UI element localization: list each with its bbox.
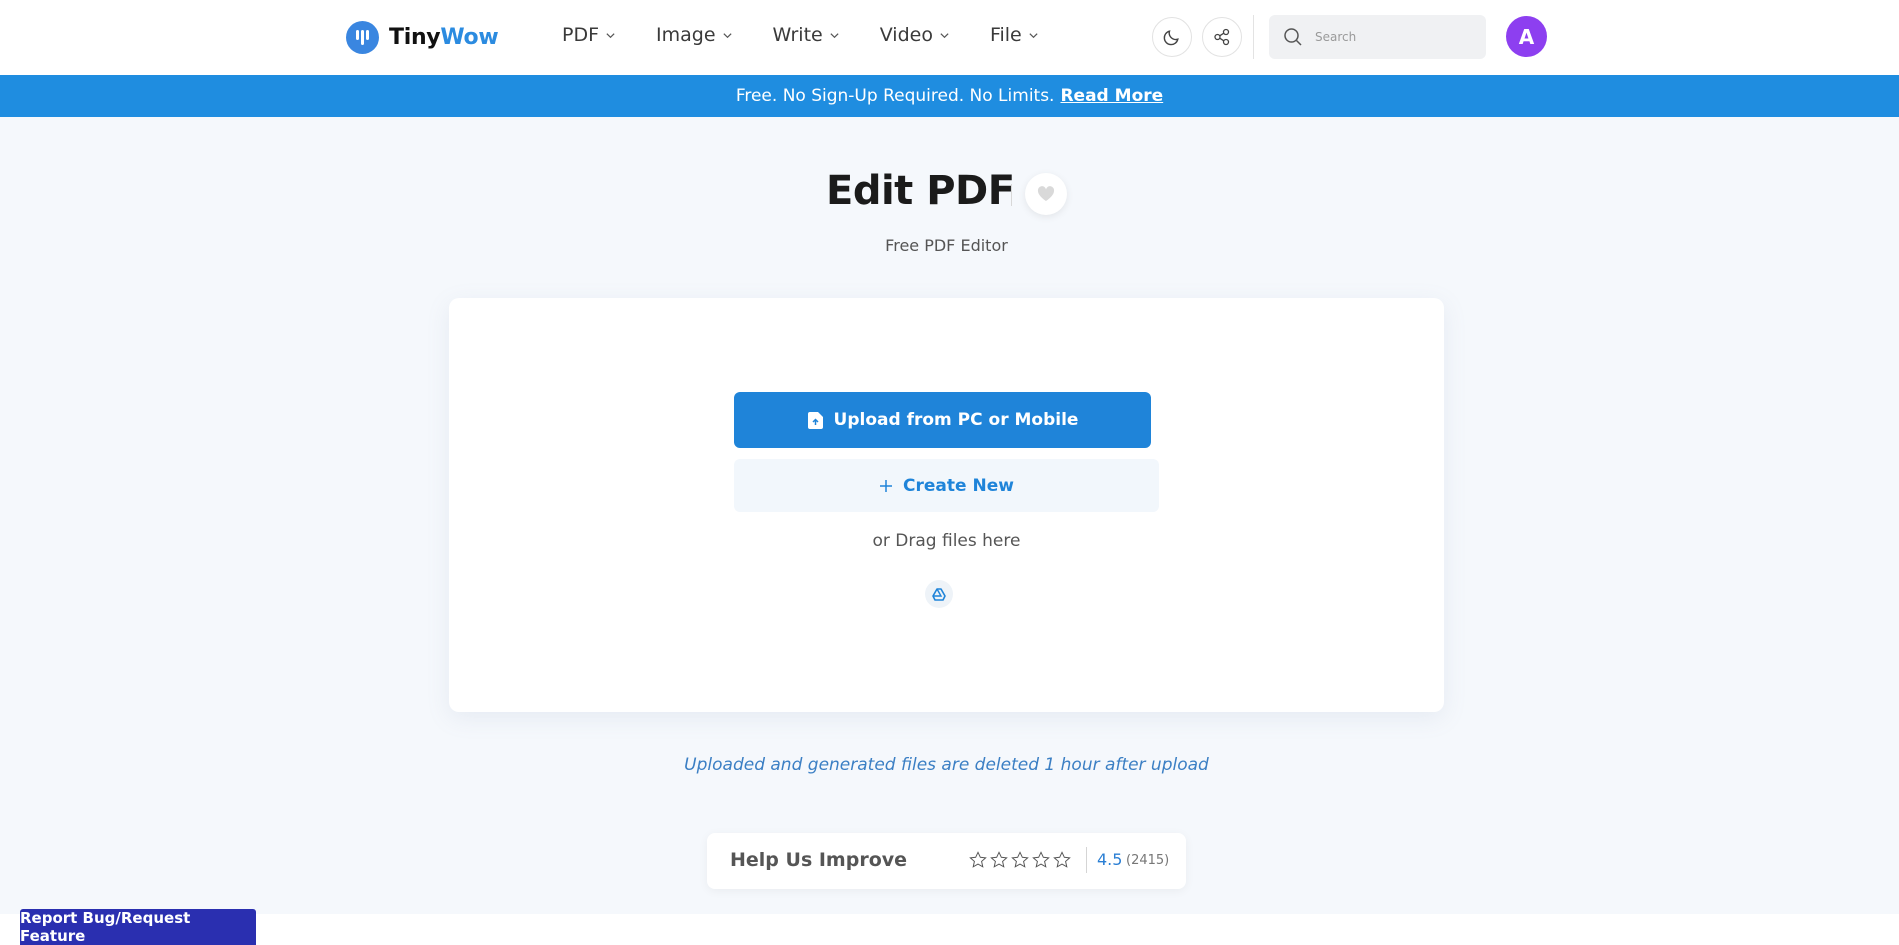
header-divider xyxy=(1253,15,1254,59)
star-outline-icon[interactable] xyxy=(1032,851,1050,869)
file-upload-icon xyxy=(807,411,823,429)
nav-item-write[interactable]: Write xyxy=(773,24,840,46)
star-outline-icon[interactable] xyxy=(969,851,987,869)
create-new-label: Create New xyxy=(903,475,1014,496)
share-icon xyxy=(1214,28,1230,46)
nav-item-video[interactable]: Video xyxy=(880,24,950,46)
page-title: Edit PDF xyxy=(826,168,1015,214)
rating-score: 4.5 xyxy=(1097,850,1123,869)
favorite-button[interactable] xyxy=(1025,173,1067,215)
moon-icon xyxy=(1163,30,1179,46)
nav-item-label: Image xyxy=(656,24,716,46)
nav-item-label: Video xyxy=(879,24,933,46)
chevron-down-icon xyxy=(606,32,615,38)
main-nav: PDF Image Write Video File xyxy=(562,24,1079,46)
logo[interactable]: TinyWow xyxy=(346,20,499,54)
chevron-down-icon xyxy=(1029,32,1038,38)
tinywow-logo-icon xyxy=(346,20,379,54)
rating-divider xyxy=(1086,847,1087,873)
upload-button[interactable]: Upload from PC or Mobile xyxy=(734,392,1151,448)
chevron-down-icon xyxy=(830,32,839,38)
read-more-link[interactable]: Read More xyxy=(1060,86,1163,106)
nav-item-pdf[interactable]: PDF xyxy=(562,24,616,46)
page-footer-strip xyxy=(0,914,1899,945)
deletion-notice: Uploaded and generated files are deleted… xyxy=(684,755,1209,775)
nav-item-file[interactable]: File xyxy=(990,24,1039,46)
top-header: TinyWow PDF Image Write Video File Searc… xyxy=(0,0,1899,75)
star-outline-icon[interactable] xyxy=(990,851,1008,869)
page-subtitle: Free PDF Editor xyxy=(885,236,1008,255)
plus-icon xyxy=(880,479,893,492)
title-row: Edit PDF xyxy=(0,168,1899,220)
chevron-down-icon xyxy=(940,32,949,38)
banner-text: Free. No Sign-Up Required. No Limits. xyxy=(735,86,1055,106)
rating-widget: Help Us Improve 4.5 (2415) xyxy=(707,833,1186,889)
nav-item-label: File xyxy=(989,24,1022,46)
logo-text: TinyWow xyxy=(389,24,499,50)
nav-item-label: Write xyxy=(772,24,823,46)
upload-card[interactable]: Upload from PC or Mobile Create New or D… xyxy=(449,298,1444,712)
nav-item-image[interactable]: Image xyxy=(656,24,733,46)
report-bug-button[interactable]: Report Bug/Request Feature xyxy=(20,909,256,945)
search-box[interactable] xyxy=(1269,15,1486,59)
google-drive-icon xyxy=(932,587,946,601)
star-rating xyxy=(969,851,1071,869)
title-divider xyxy=(1011,184,1012,206)
google-drive-button[interactable] xyxy=(925,580,953,608)
upload-button-label: Upload from PC or Mobile xyxy=(833,410,1079,430)
rating-label: Help Us Improve xyxy=(730,849,908,871)
avatar[interactable]: A xyxy=(1506,16,1547,57)
search-icon xyxy=(1284,28,1302,46)
drag-hint: or Drag files here xyxy=(872,531,1021,551)
star-outline-icon[interactable] xyxy=(1011,851,1029,869)
rating-count: (2415) xyxy=(1126,853,1170,868)
promo-banner: Free. No Sign-Up Required. No Limits. Re… xyxy=(0,75,1899,117)
nav-item-label: PDF xyxy=(562,24,600,46)
search-input[interactable] xyxy=(1315,30,1465,44)
star-outline-icon[interactable] xyxy=(1053,851,1071,869)
dark-mode-button[interactable] xyxy=(1152,17,1192,57)
share-button[interactable] xyxy=(1202,17,1242,57)
heart-icon xyxy=(1037,186,1055,201)
create-new-button[interactable]: Create New xyxy=(734,459,1159,512)
chevron-down-icon xyxy=(722,32,732,38)
